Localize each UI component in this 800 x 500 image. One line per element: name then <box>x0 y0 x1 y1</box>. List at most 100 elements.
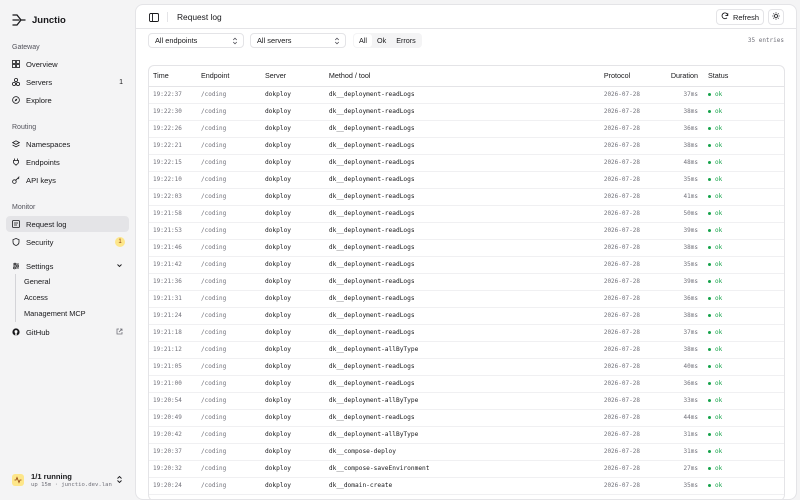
security-badge: 1 <box>115 237 125 247</box>
table-row[interactable]: 19:22:37/coding dokploy dk__deployment-rea… <box>149 86 784 104</box>
cell-endpoint: /coding <box>196 171 261 189</box>
table-row[interactable]: 19:22:21/coding dokploy dk__deployment-rea… <box>149 137 784 155</box>
cell-time: 19:21:18 <box>149 324 197 342</box>
cell-endpoint: /coding <box>196 341 261 359</box>
cell-endpoint: /coding <box>196 477 261 495</box>
segment-errors[interactable]: Errors <box>391 34 421 47</box>
sidebar-item-servers[interactable]: Servers 1 <box>6 74 129 90</box>
sidebar-item-api-keys[interactable]: API keys <box>6 172 129 188</box>
endpoint-select[interactable]: All endpoints <box>148 33 244 48</box>
cell-time: 19:21:24 <box>149 307 197 325</box>
cell-endpoint: /coding <box>196 103 261 121</box>
cell-endpoint: /coding <box>196 443 261 461</box>
sidebar-item-settings[interactable]: Settings <box>6 258 129 274</box>
table-row[interactable]: 19:21:00/coding dokploy dk__deployment-rea… <box>149 375 784 393</box>
cell-server: dokploy <box>260 154 325 172</box>
cell-duration: 41ms <box>666 188 704 206</box>
sidebar-item-request-log[interactable]: Request log <box>6 216 129 232</box>
external-link-icon <box>116 328 123 337</box>
table-row[interactable]: 19:20:42/coding dokploy dk__deployment-all… <box>149 426 784 444</box>
cell-protocol: 2026-07-28 <box>599 460 667 478</box>
sidebar-subitem-access[interactable]: Access <box>18 290 129 305</box>
cell-server: dokploy <box>260 307 325 325</box>
cell-duration: 27ms <box>666 460 704 478</box>
theme-toggle-button[interactable] <box>768 9 784 25</box>
sidebar-subitem-management-mcp[interactable]: Management MCP <box>18 306 129 321</box>
segment-all[interactable]: All <box>354 34 372 47</box>
cell-duration: 37ms <box>666 86 704 104</box>
section-label-monitor: Monitor <box>12 204 36 211</box>
table-row[interactable]: 19:21:05/coding dokploy dk__deployment-rea… <box>149 358 784 376</box>
table-row[interactable]: 19:21:46/coding dokploy dk__deployment-rea… <box>149 239 784 257</box>
cell-time: 19:22:03 <box>149 188 197 206</box>
cell-time: 19:22:37 <box>149 86 197 104</box>
table-row[interactable]: 19:22:10/coding dokploy dk__deployment-rea… <box>149 171 784 189</box>
cell-status: ok <box>703 103 784 121</box>
cell-method: dk__deployment-readLogs <box>324 256 600 274</box>
table-row[interactable]: 19:22:15/coding dokploy dk__deployment-rea… <box>149 154 784 172</box>
table-row[interactable]: 19:21:53/coding dokploy dk__deployment-rea… <box>149 222 784 240</box>
status-text: ok <box>714 448 723 455</box>
table-row[interactable]: 19:21:12/coding dokploy dk__deployment-all… <box>149 341 784 359</box>
table-row[interactable]: 19:20:37/coding dokploy dk__compose-deploy… <box>149 443 784 461</box>
table-row[interactable]: 19:20:32/coding dokploy dk__compose-saveEn… <box>149 460 784 478</box>
cell-server: dokploy <box>260 205 325 223</box>
table-row[interactable]: 19:21:42/coding dokploy dk__deployment-rea… <box>149 256 784 274</box>
cell-server: dokploy <box>260 86 325 104</box>
table-row[interactable]: 19:22:26/coding dokploy dk__deployment-rea… <box>149 120 784 138</box>
status-text: ok <box>714 482 723 489</box>
table-row[interactable]: 19:21:18/coding dokploy dk__deployment-rea… <box>149 324 784 342</box>
brand[interactable]: Junctio <box>12 13 66 27</box>
cell-endpoint: /coding <box>196 154 261 172</box>
cell-status: ok <box>703 341 784 359</box>
sidebar-item-label: Namespaces <box>26 139 71 149</box>
server-select[interactable]: All servers <box>250 33 346 48</box>
segment-ok[interactable]: Ok <box>372 34 391 47</box>
sidebar-item-github[interactable]: GitHub <box>6 324 129 340</box>
table-row[interactable]: 19:22:03/coding dokploy dk__deployment-rea… <box>149 188 784 206</box>
table-row[interactable]: 19:22:30/coding dokploy dk__deployment-rea… <box>149 103 784 121</box>
status-text: ok <box>714 295 723 302</box>
sidebar-item-label: Servers <box>26 77 53 87</box>
cell-protocol: 2026-07-28 <box>599 154 667 172</box>
table-row[interactable]: 19:21:58/coding dokploy dk__deployment-rea… <box>149 205 784 223</box>
refresh-button[interactable]: Refresh <box>716 9 764 25</box>
table-row[interactable]: 19:21:36/coding dokploy dk__deployment-rea… <box>149 273 784 291</box>
table-row[interactable]: 19:20:54/coding dokploy dk__deployment-all… <box>149 392 784 410</box>
cell-time: 19:22:30 <box>149 103 197 121</box>
sidebar-item-namespaces[interactable]: Namespaces <box>6 136 129 152</box>
cell-status: ok <box>703 307 784 325</box>
instance-status[interactable]: 1/1 running up 15m · junctio.dev.lan <box>6 467 129 493</box>
cell-endpoint: /coding <box>196 120 261 138</box>
cell-duration: 40ms <box>666 358 704 376</box>
cell-method: dk__deployment-readLogs <box>324 375 600 393</box>
cell-server: dokploy <box>260 460 325 478</box>
cell-method: dk__deployment-readLogs <box>324 188 600 206</box>
cell-method: dk__deployment-readLogs <box>324 120 600 138</box>
sidebar-subitem-general[interactable]: General <box>18 274 129 289</box>
sidebar-item-security[interactable]: Security 1 <box>6 234 129 250</box>
sidebar-toggle-icon[interactable] <box>148 11 160 23</box>
cell-status: ok <box>703 426 784 444</box>
table-row[interactable]: 19:21:31/coding dokploy dk__deployment-rea… <box>149 290 784 308</box>
sidebar-item-explore[interactable]: Explore <box>6 92 129 108</box>
main-panel: Request log Refresh All endpoints All se… <box>135 4 797 500</box>
table-row[interactable]: 19:21:24/coding dokploy dk__deployment-rea… <box>149 307 784 325</box>
refresh-label: Refresh <box>733 12 759 22</box>
entries-count: 35 entries <box>747 37 784 44</box>
cell-time: 19:20:37 <box>149 443 197 461</box>
status-text: ok <box>714 244 723 251</box>
sidebar-item-endpoints[interactable]: Endpoints <box>6 154 129 170</box>
filter-bar: All endpoints All servers All Ok Errors … <box>136 29 796 57</box>
status-text: ok <box>714 380 723 387</box>
sidebar-item-overview[interactable]: Overview <box>6 56 129 72</box>
table-row[interactable]: 19:20:49/coding dokploy dk__deployment-rea… <box>149 409 784 427</box>
status-dot-icon <box>707 229 711 232</box>
cell-duration: 33ms <box>666 392 704 410</box>
cell-method: dk__deployment-allByType <box>324 392 600 410</box>
table-row[interactable]: 19:20:24/coding dokploy dk__domain-create 2… <box>149 477 784 495</box>
cell-method: dk__deployment-readLogs <box>324 307 600 325</box>
cell-server: dokploy <box>260 341 325 359</box>
section-label-gateway: Gateway <box>12 44 40 51</box>
cell-duration: 35ms <box>666 171 704 189</box>
